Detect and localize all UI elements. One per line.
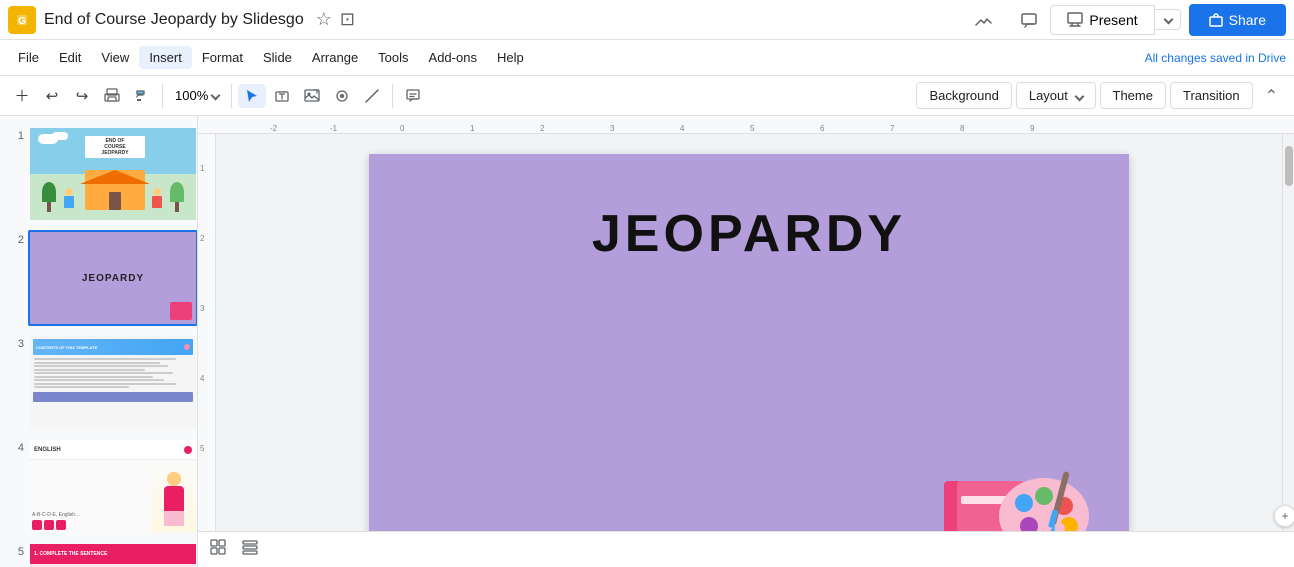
menu-addons[interactable]: Add-ons (419, 46, 487, 69)
transition-button[interactable]: Transition (1170, 82, 1253, 109)
layout-chevron-icon (1074, 92, 1084, 102)
folder-icon[interactable]: ⊡ (340, 9, 355, 30)
slide-thumb-2[interactable]: JEOPARDY (28, 230, 198, 326)
share-label: Share (1229, 12, 1266, 28)
menu-view[interactable]: View (91, 46, 139, 69)
comment-button[interactable] (399, 84, 427, 108)
present-dropdown[interactable] (1155, 9, 1181, 30)
title-bar: G End of Course Jeopardy by Slidesgo ☆ ⊡… (0, 0, 1294, 40)
canvas-container: -2 -1 0 1 2 3 4 5 6 7 8 9 1 2 3 4 5 (198, 116, 1294, 567)
slide-item-3[interactable]: 3 CONTENTS OF THIS TEMPLATE (4, 332, 193, 432)
slide-number-4: 4 (6, 438, 24, 454)
paint-format-button[interactable] (128, 84, 156, 108)
separator-3 (392, 84, 393, 108)
separator-1 (162, 84, 163, 108)
menu-slide[interactable]: Slide (253, 46, 302, 69)
menu-arrange[interactable]: Arrange (302, 46, 368, 69)
slide-item-2[interactable]: 2 JEOPARDY (4, 228, 193, 328)
comments-button[interactable] (1008, 5, 1050, 35)
slide-thumb-5[interactable]: 1. COMPLETE THE SENTENCE (28, 542, 198, 567)
slide-toolbar: Background Layout Theme Transition ⌃ (916, 82, 1286, 110)
menu-file[interactable]: File (8, 46, 49, 69)
menu-edit[interactable]: Edit (49, 46, 91, 69)
bottom-bar (198, 531, 1294, 567)
menu-tools[interactable]: Tools (368, 46, 418, 69)
art-decoration (939, 441, 1099, 531)
autosave-status: All changes saved in Drive (1145, 51, 1286, 65)
slide-thumb-1[interactable]: END OFCOURSEJEOPARDY (28, 126, 198, 222)
slides-panel: 1 END OFCOURSE (0, 116, 198, 567)
print-button[interactable] (98, 84, 126, 108)
doc-title: End of Course Jeopardy by Slidesgo (44, 11, 304, 29)
background-button[interactable]: Background (916, 82, 1011, 109)
main-content: 1 END OFCOURSE (0, 116, 1294, 567)
menu-insert[interactable]: Insert (139, 46, 192, 69)
slide-2-title: JEOPARDY (82, 273, 144, 284)
image-tool[interactable] (298, 84, 326, 108)
slide-item-5[interactable]: 5 1. COMPLETE THE SENTENCE (4, 540, 193, 567)
present-button[interactable]: Present (1050, 5, 1154, 35)
undo-button[interactable]: ↩ (38, 83, 66, 109)
layout-button[interactable]: Layout (1016, 82, 1096, 109)
redo-button[interactable]: ↪ (68, 83, 96, 109)
menu-help[interactable]: Help (487, 46, 534, 69)
share-button[interactable]: Share (1189, 4, 1286, 36)
slide-item-1[interactable]: 1 END OFCOURSE (4, 124, 193, 224)
menu-bar: File Edit View Insert Format Slide Arran… (0, 40, 1294, 76)
slide-number-5: 5 (6, 542, 24, 558)
slide-number-2: 2 (6, 230, 24, 246)
slide-canvas[interactable]: JEOPARDY (369, 154, 1129, 531)
canvas-body: 1 2 3 4 5 JEOPARDY (198, 134, 1294, 531)
slide-number-1: 1 (6, 126, 24, 142)
slide-item-4[interactable]: 4 ENGLISH A-B-C-D-E, English... (4, 436, 193, 536)
slide-thumb-3[interactable]: CONTENTS OF THIS TEMPLATE (28, 334, 198, 430)
ruler-horizontal: -2 -1 0 1 2 3 4 5 6 7 8 9 (198, 116, 1294, 134)
zoom-value: 100% (175, 88, 208, 103)
ruler-vertical: 1 2 3 4 5 (198, 134, 216, 531)
add-canvas-button[interactable]: + (1274, 505, 1294, 527)
svg-text:G: G (18, 16, 26, 27)
shapes-tool[interactable] (328, 84, 356, 108)
app-logo: G (8, 6, 36, 34)
slide-main-title[interactable]: JEOPARDY (592, 204, 906, 264)
toolbar: ＋ ↩ ↪ 100% Background Layout Theme (0, 76, 1294, 116)
scrollbar-vertical[interactable]: + (1282, 134, 1294, 531)
theme-button[interactable]: Theme (1100, 82, 1166, 109)
star-icon[interactable]: ☆ (316, 9, 332, 30)
zoom-control[interactable]: 100% (169, 86, 225, 105)
grid-view-button[interactable] (206, 535, 230, 564)
line-tool[interactable] (358, 84, 386, 108)
add-slide-button[interactable]: ＋ (8, 81, 36, 110)
menu-format[interactable]: Format (192, 46, 253, 69)
chevron-down-icon (1163, 15, 1173, 25)
slide-thumb-4[interactable]: ENGLISH A-B-C-D-E, English... (28, 438, 198, 534)
text-box-tool[interactable] (268, 84, 296, 108)
collapse-toolbar-button[interactable]: ⌃ (1257, 82, 1286, 110)
separator-2 (231, 84, 232, 108)
zoom-chevron-icon (211, 91, 221, 101)
analytics-button[interactable] (962, 5, 1004, 35)
select-tool[interactable] (238, 84, 266, 108)
present-label: Present (1089, 12, 1137, 28)
slide-number-3: 3 (6, 334, 24, 350)
list-view-button[interactable] (238, 535, 262, 564)
slide-canvas-area[interactable]: JEOPARDY (216, 134, 1282, 531)
